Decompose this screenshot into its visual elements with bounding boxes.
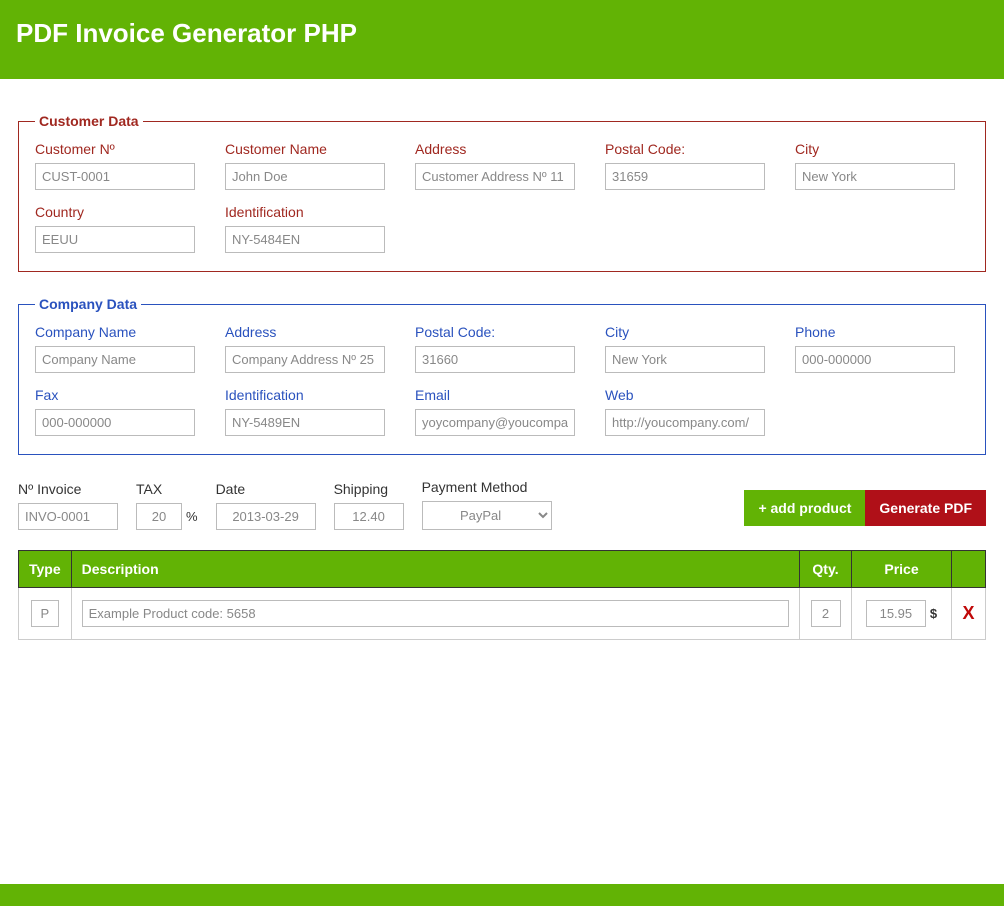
invoice-tax-input[interactable] [136,503,182,530]
company-postal-label: Postal Code: [415,324,575,340]
company-legend: Company Data [35,296,141,312]
invoice-date-label: Date [216,481,316,497]
invoice-meta-row: Nº Invoice TAX % Date Shipping Payment M… [18,479,986,530]
customer-city-input[interactable] [795,163,955,190]
th-type: Type [19,551,72,588]
invoice-payment-label: Payment Method [422,479,552,495]
invoice-tax-suffix: % [186,509,198,524]
company-fieldset: Company Data Company Name Address Postal… [18,296,986,455]
customer-postal-input[interactable] [605,163,765,190]
company-city-label: City [605,324,765,340]
invoice-tax-label: TAX [136,481,198,497]
row-description-input[interactable] [82,600,789,627]
table-row: $ X [19,588,986,640]
company-email-label: Email [415,387,575,403]
generate-pdf-button[interactable]: Generate PDF [865,490,986,526]
customer-identification-label: Identification [225,204,385,220]
company-identification-label: Identification [225,387,385,403]
company-name-input[interactable] [35,346,195,373]
th-desc: Description [71,551,799,588]
footer-bar [0,884,1004,906]
th-price: Price [852,551,952,588]
row-price-input[interactable] [866,600,926,627]
customer-name-label: Customer Name [225,141,385,157]
invoice-shipping-input[interactable] [334,503,404,530]
company-fax-label: Fax [35,387,195,403]
customer-legend: Customer Data [35,113,143,129]
company-address-input[interactable] [225,346,385,373]
page-title: PDF Invoice Generator PHP [16,18,988,49]
customer-country-label: Country [35,204,195,220]
company-phone-label: Phone [795,324,955,340]
company-identification-input[interactable] [225,409,385,436]
th-delete [952,551,986,588]
add-product-button[interactable]: + add product [744,490,865,526]
customer-number-label: Customer Nº [35,141,195,157]
company-city-input[interactable] [605,346,765,373]
company-fax-input[interactable] [35,409,195,436]
company-web-label: Web [605,387,765,403]
company-phone-input[interactable] [795,346,955,373]
currency-symbol: $ [930,606,937,621]
company-email-input[interactable] [415,409,575,436]
customer-address-label: Address [415,141,575,157]
invoice-number-input[interactable] [18,503,118,530]
th-qty: Qty. [800,551,852,588]
invoice-shipping-label: Shipping [334,481,404,497]
customer-city-label: City [795,141,955,157]
company-name-label: Company Name [35,324,195,340]
delete-row-icon[interactable]: X [962,603,974,623]
products-table: Type Description Qty. Price $ [18,550,986,640]
customer-number-input[interactable] [35,163,195,190]
invoice-date-input[interactable] [216,503,316,530]
row-qty-input[interactable] [811,600,841,627]
customer-identification-input[interactable] [225,226,385,253]
company-web-input[interactable] [605,409,765,436]
customer-postal-label: Postal Code: [605,141,765,157]
invoice-payment-select[interactable]: PayPal [422,501,552,530]
customer-fieldset: Customer Data Customer Nº Customer Name … [18,113,986,272]
customer-address-input[interactable] [415,163,575,190]
customer-name-input[interactable] [225,163,385,190]
row-type-input[interactable] [31,600,59,627]
company-postal-input[interactable] [415,346,575,373]
company-address-label: Address [225,324,385,340]
app-header: PDF Invoice Generator PHP [0,0,1004,79]
invoice-number-label: Nº Invoice [18,481,118,497]
customer-country-input[interactable] [35,226,195,253]
